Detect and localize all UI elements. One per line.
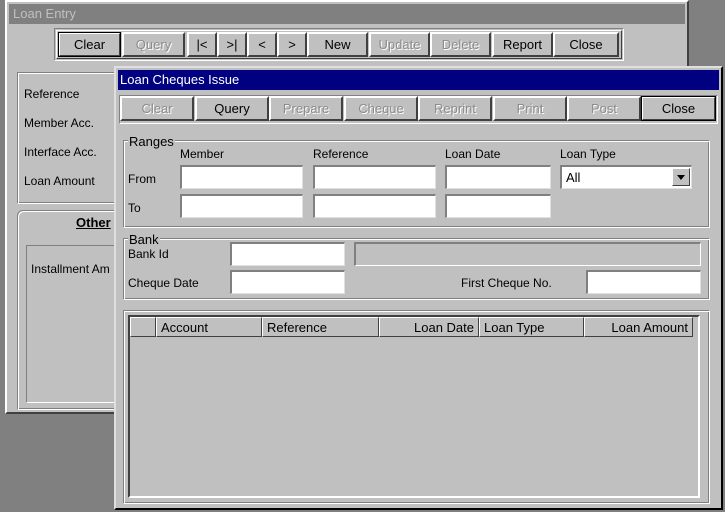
installment-label: Installment Am [31,262,110,276]
loan-entry-clear-button-label: Clear [73,37,106,52]
member-acc-label: Member Acc. [24,116,95,130]
bank-id-input[interactable] [230,242,345,266]
grid-header-loan-amount[interactable]: Loan Amount [584,317,693,337]
grid-header-loan-date[interactable]: Loan Date [379,317,479,337]
tab-other[interactable]: Other [76,215,111,230]
loan-entry-title: Loan Entry [13,6,76,21]
loan-cheques-print-button[interactable]: Print [493,96,567,121]
interface-acc-label: Interface Acc. [24,145,97,159]
loan-entry-report-button-label: Report [502,37,543,52]
loan-entry-fields-panel: Reference Member Acc. Interface Acc. Loa… [17,72,127,204]
member-col-label: Member [180,147,225,161]
cheque-date-label: Cheque Date [128,276,199,290]
loan-entry-nextbar-button[interactable]: >| [217,32,247,57]
grid-row-selector-header [130,317,156,337]
loan-entry-barprev-button-label: |< [196,37,208,52]
grid-header-reference[interactable]: Reference [262,317,379,337]
loan-entry-close-button[interactable]: Close [553,32,619,57]
installment-panel: Installment Am [26,245,126,403]
loan-cheques-post-button[interactable]: Post [567,96,641,121]
loan-entry-prev-button[interactable]: < [247,32,277,57]
loan-entry-clear-button[interactable]: Clear [58,32,121,57]
loan-date-col-label: Loan Date [445,147,501,161]
loan-cheques-cheque-button[interactable]: Cheque [344,96,418,121]
loan-entry-delete-button-label: Delete [441,37,480,52]
ranges-title: Ranges [128,134,175,149]
loan-type-dropdown-button[interactable] [672,168,690,186]
loan-entry-update-button[interactable]: Update [369,32,430,57]
reference-to-input[interactable] [313,194,436,218]
loan-cheques-prepare-button-label: Prepare [282,101,330,116]
reference-col-label: Reference [313,147,369,161]
loan-entry-prev-button-label: < [258,37,266,52]
loan-cheques-reprint-button-label: Reprint [434,101,476,116]
loan-cheques-prepare-button[interactable]: Prepare [269,96,343,121]
loan-entry-new-button[interactable]: New [307,32,368,57]
loan-cheques-query-button-label: Query [214,101,250,116]
member-from-input[interactable] [180,165,303,189]
grid-header-account[interactable]: Account [156,317,262,337]
loan-entry-delete-button[interactable]: Delete [430,32,491,57]
grid-header-loan-date-label: Loan Date [414,319,474,335]
loan-entry-query-button-label: Query [135,37,172,52]
bank-name-display [354,242,701,266]
loan-entry-query-button[interactable]: Query [122,32,185,57]
loan-entry-nextbar-button-label: >| [226,37,238,52]
to-row-label: To [128,201,141,215]
loan-cheques-reprint-button[interactable]: Reprint [418,96,492,121]
loan-cheques-post-button-label: Post [590,101,617,116]
loan-entry-new-button-label: New [324,37,351,52]
grid-header-loan-type[interactable]: Loan Type [479,317,584,337]
loan-type-col-label: Loan Type [560,147,616,161]
loan-cheques-clear-button[interactable]: Clear [120,96,194,121]
loan-cheques-print-button-label: Print [516,101,544,116]
loan-type-select[interactable]: All [560,165,692,189]
from-row-label: From [128,172,156,186]
loan-entry-update-button-label: Update [378,37,421,52]
loan-cheques-query-button[interactable]: Query [195,96,269,121]
loan-cheques-clear-button-label: Clear [141,101,173,116]
loan-entry-titlebar[interactable]: Loan Entry [9,4,685,24]
loan-entry-next-button[interactable]: > [277,32,307,57]
loan-amount-label: Loan Amount [24,174,95,188]
loan-entry-barprev-button[interactable]: |< [187,32,217,57]
reference-from-input[interactable] [313,165,436,189]
loan-date-to-input[interactable] [445,194,551,218]
loan-entry-report-button[interactable]: Report [492,32,553,57]
cheque-date-input[interactable] [230,270,345,294]
bank-title: Bank [128,232,160,247]
chevron-down-icon [677,174,685,180]
first-cheque-label: First Cheque No. [461,276,552,290]
loan-entry-close-button-label: Close [569,37,603,52]
loan-cheques-title: Loan Cheques Issue [120,72,240,87]
grid-header-account-label: Account [161,319,208,335]
reference-label: Reference [24,87,80,101]
loan-cheques-window: Loan Cheques Issue Ranges Member Referen… [114,66,723,510]
loan-entry-tab-panel: Other Installment Am [17,210,127,410]
grid-header-reference-label: Reference [267,319,327,335]
bank-id-label: Bank Id [128,247,169,261]
loan-entry-next-button-label: > [288,37,296,52]
cheques-grid[interactable]: Account Reference Loan Date Loan Type Lo… [128,315,700,498]
loan-cheques-titlebar[interactable]: Loan Cheques Issue [118,70,719,90]
loan-cheques-cheque-button-label: Cheque [358,101,404,116]
first-cheque-input[interactable] [586,270,701,294]
grid-header-loan-amount-label: Loan Amount [611,319,688,335]
member-to-input[interactable] [180,194,303,218]
loan-date-from-input[interactable] [445,165,551,189]
loan-cheques-close-button[interactable]: Close [641,96,716,121]
loan-type-value: All [566,170,581,185]
loan-cheques-close-button-label: Close [661,101,696,116]
grid-header-loan-type-label: Loan Type [484,319,545,335]
